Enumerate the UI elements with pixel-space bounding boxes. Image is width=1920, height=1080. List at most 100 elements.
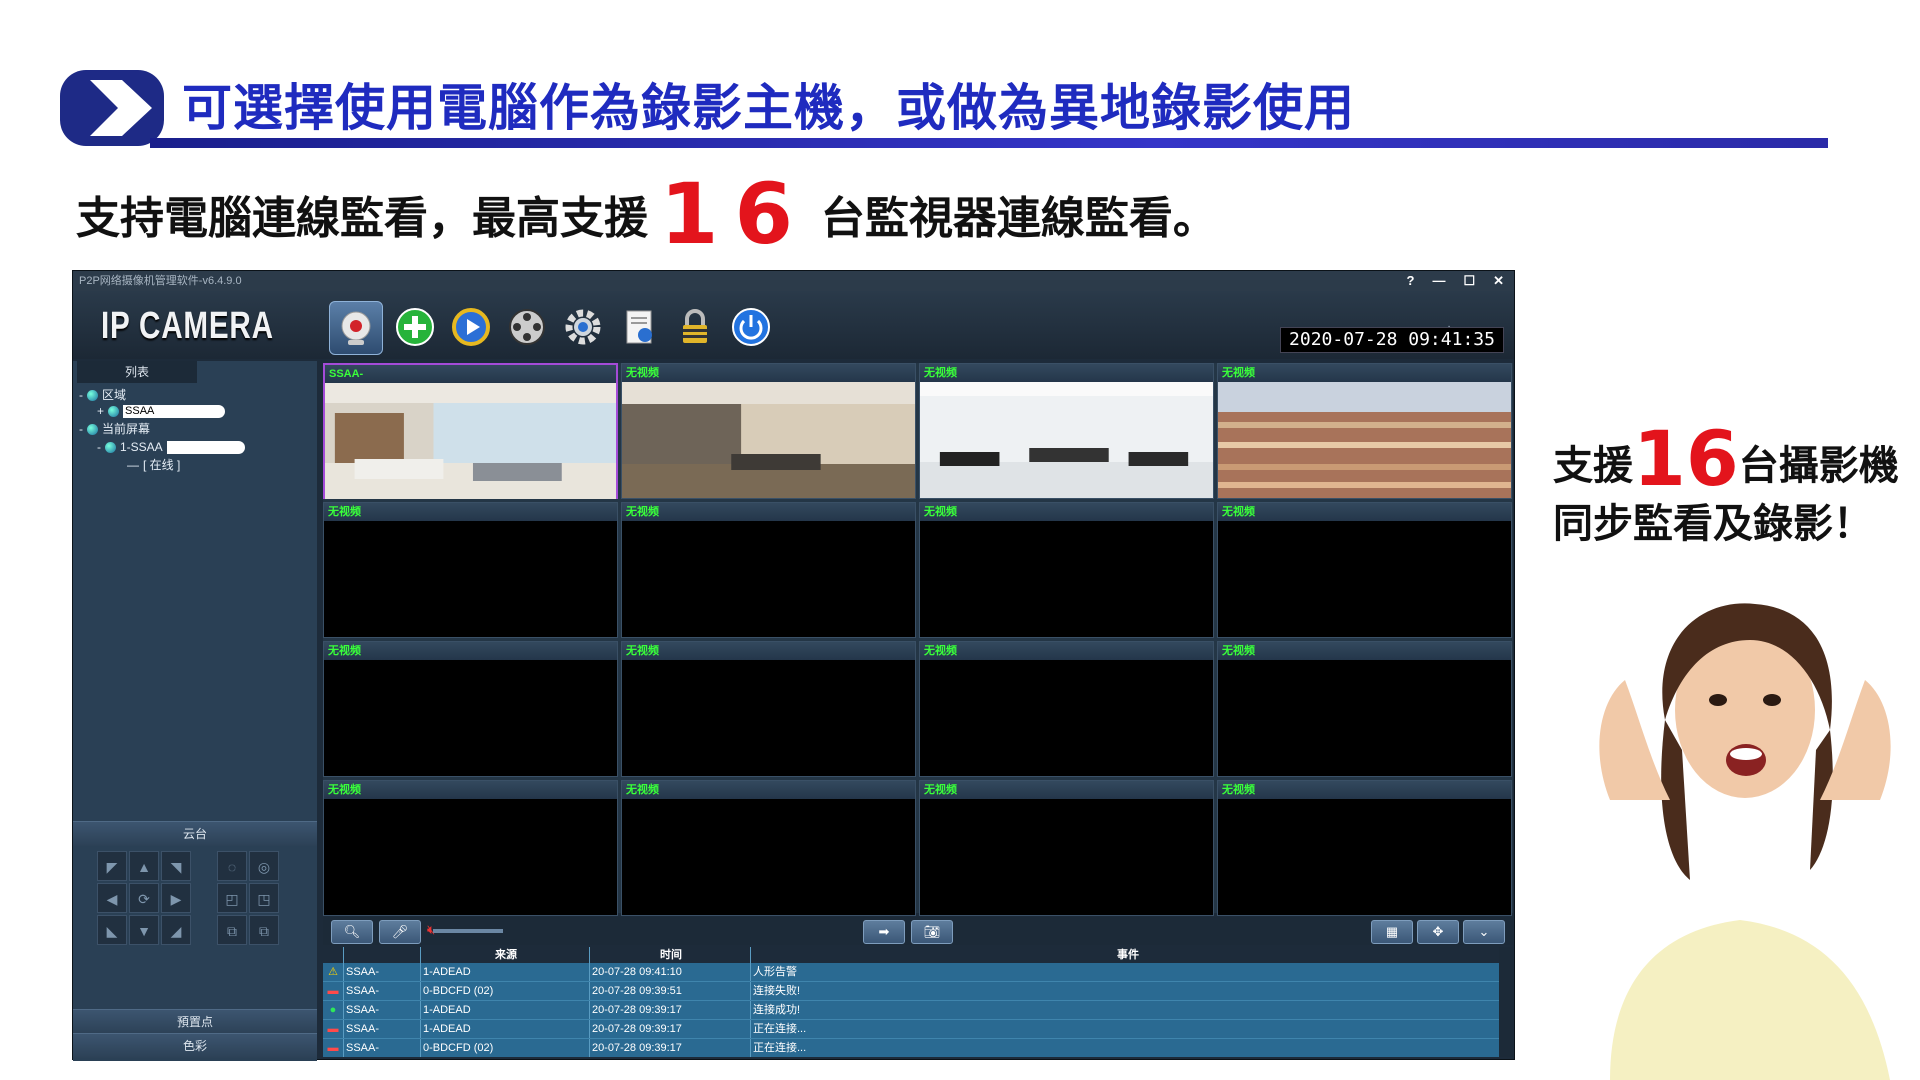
tree-area-label: 区域 — [102, 388, 127, 402]
video-cell-15[interactable]: 无视频 — [919, 780, 1214, 916]
tree-item-status: — [ 在线 ] — [127, 458, 181, 472]
video-cell-16[interactable]: 无视频 — [1217, 780, 1512, 916]
ptz-right-button[interactable]: ▶ — [161, 883, 191, 913]
tree-item-current-screen[interactable]: - 当前屏幕 — [79, 421, 150, 437]
video-cell-10[interactable]: 无视频 — [621, 641, 916, 777]
video-cell-7[interactable]: 无视频 — [919, 502, 1214, 638]
video-cell-12[interactable]: 无视频 — [1217, 641, 1512, 777]
subtitle-number: 16 — [660, 165, 809, 263]
microphone-button[interactable]: 🎤︎ — [379, 920, 421, 944]
lock-icon — [683, 309, 707, 343]
maximize-button[interactable]: ☐ — [1463, 271, 1475, 291]
cell-label: 无视频 — [1218, 642, 1511, 660]
video-cell-4[interactable]: 无视频 — [1217, 363, 1512, 499]
video-cell-9[interactable]: 无视频 — [323, 641, 618, 777]
color-header[interactable]: 色彩 — [73, 1033, 317, 1058]
table-row[interactable]: ▬ SSAA- 1-ADEAD 20-07-28 09:39:17 正在连接..… — [323, 1020, 1513, 1039]
snapshot-button[interactable]: 📷︎ — [911, 920, 953, 944]
add-icon — [396, 308, 434, 346]
settings-button[interactable] — [557, 301, 609, 353]
tree-item-device[interactable]: + SSAA — [97, 403, 226, 419]
zoom-in-button[interactable]: ◌ — [217, 851, 247, 881]
video-cell-2[interactable]: 无视频 — [621, 363, 916, 499]
ptz-controls: ◤ ▲ ◥ ◀ ⟳ ▶ ◣ ▼ ◢ ◌ ◎ ◰ ◳ ⧉ ⧉ — [97, 851, 295, 963]
video-cell-6[interactable]: 无视频 — [621, 502, 916, 638]
power-button[interactable] — [725, 301, 777, 353]
focus-far-button[interactable]: ◳ — [249, 883, 279, 913]
window-title: P2P网络摄像机管理软件-v6.4.9.0 — [79, 275, 242, 287]
video-cell-11[interactable]: 无视频 — [919, 641, 1214, 777]
tab-list[interactable]: 列表 — [77, 361, 197, 383]
video-cell-5[interactable]: 无视频 — [323, 502, 618, 638]
zoom-out-button[interactable]: ◎ — [249, 851, 279, 881]
event-table-header: 来源 时间 事件 — [323, 947, 1513, 963]
left-panel: 列表 - 区域 + SSAA - 当前屏幕 - 1-SSAA — [ 在线 ] — [73, 361, 317, 1061]
tree-device-label: SSAA — [123, 404, 226, 418]
camera-node-icon — [108, 405, 120, 417]
iris-close-button[interactable]: ⧉ — [249, 915, 279, 945]
ptz-up-right-button[interactable]: ◥ — [161, 851, 191, 881]
search-button[interactable]: 🔍︎ — [331, 920, 373, 944]
ptz-up-button[interactable]: ▲ — [129, 851, 159, 881]
event-log-scrollbar[interactable] — [1499, 947, 1513, 1057]
promo-text: 支援16台攝影機 同步監看及錄影！ — [1553, 414, 1899, 553]
table-row[interactable]: ▬ SSAA- 0-BDCFD (02) 20-07-28 09:39:51 连… — [323, 982, 1513, 1001]
column-event[interactable]: 事件 — [750, 947, 1503, 963]
close-button[interactable]: ✕ — [1493, 271, 1504, 291]
playback-button[interactable] — [445, 301, 497, 353]
film-reel-icon — [509, 309, 545, 345]
ptz-header[interactable]: 云台 — [73, 821, 317, 846]
warehouse-scene-image — [1218, 382, 1511, 498]
tree-item-area[interactable]: - 区域 — [79, 387, 126, 403]
add-device-button[interactable] — [389, 301, 441, 353]
minimize-button[interactable]: — — [1432, 271, 1445, 291]
video-cell-1[interactable]: SSAA- — [323, 363, 618, 499]
ptz-down-right-button[interactable]: ◢ — [161, 915, 191, 945]
table-row[interactable]: ⚠ SSAA- 1-ADEAD 20-07-28 09:41:10 人形告警 — [323, 963, 1513, 982]
subtitle-text-before: 支持電腦連線監看，最高支援 — [76, 193, 648, 244]
iris-open-button[interactable]: ⧉ — [217, 915, 247, 945]
ptz-left-button[interactable]: ◀ — [97, 883, 127, 913]
layout-grid-button[interactable]: ▦ — [1371, 920, 1413, 944]
promo-number: 16 — [1633, 414, 1739, 503]
microphone-icon: 🎤︎ — [391, 924, 409, 939]
ptz-down-left-button[interactable]: ◣ — [97, 915, 127, 945]
ptz-up-left-button[interactable]: ◤ — [97, 851, 127, 881]
ptz-down-button[interactable]: ▼ — [129, 915, 159, 945]
video-cell-14[interactable]: 无视频 — [621, 780, 916, 916]
video-cell-8[interactable]: 无视频 — [1217, 502, 1512, 638]
fullscreen-button[interactable]: ✥ — [1417, 920, 1459, 944]
video-cell-13[interactable]: 无视频 — [323, 780, 618, 916]
ptz-reset-button[interactable]: ⟳ — [129, 883, 159, 913]
tree-item-screen-device[interactable]: - 1-SSAA — [97, 439, 245, 455]
camera-icon: 📷︎ — [923, 924, 941, 939]
error-icon: ▬ — [327, 1042, 339, 1054]
cell-label: 无视频 — [920, 642, 1213, 660]
kitchen-scene-image — [325, 383, 616, 499]
log-button[interactable] — [613, 301, 665, 353]
cell-label: 无视频 — [324, 781, 617, 799]
volume-slider[interactable] — [433, 929, 503, 933]
record-button[interactable] — [501, 301, 553, 353]
event-log-table: 来源 时间 事件 ⚠ SSAA- 1-ADEAD 20-07-28 09:41:… — [323, 947, 1513, 1057]
living-room-scene-image — [622, 382, 915, 498]
slide-subtitle: 支持電腦連線監看，最高支援 16 台監視器連線監看。 — [76, 165, 1217, 263]
cell-label: 无视频 — [1218, 781, 1511, 799]
switch-stream-button[interactable]: ➡ — [863, 920, 905, 944]
collapse-button[interactable]: ⌄ — [1463, 920, 1505, 944]
cell-label: 无视频 — [324, 642, 617, 660]
ip-camera-app-window: P2P网络摄像机管理软件-v6.4.9.0 ? — ☐ ✕ IP CAMERA — [72, 270, 1515, 1061]
lock-button[interactable] — [669, 301, 721, 353]
help-button[interactable]: ? — [1406, 271, 1414, 291]
playback-icon — [452, 308, 490, 346]
column-time[interactable]: 时间 — [589, 947, 750, 963]
promo-line-1: 支援16台攝影機 — [1553, 414, 1899, 503]
column-source[interactable]: 来源 — [420, 947, 589, 963]
error-icon: ▬ — [327, 985, 339, 997]
focus-near-button[interactable]: ◰ — [217, 883, 247, 913]
camera-view-button[interactable] — [329, 301, 383, 355]
table-row[interactable]: ● SSAA- 1-ADEAD 20-07-28 09:39:17 连接成功! — [323, 1001, 1513, 1020]
preset-header[interactable]: 預置点 — [73, 1009, 317, 1034]
table-row[interactable]: ▬ SSAA- 0-BDCFD (02) 20-07-28 09:39:17 正… — [323, 1039, 1513, 1057]
video-cell-3[interactable]: 无视频 — [919, 363, 1214, 499]
